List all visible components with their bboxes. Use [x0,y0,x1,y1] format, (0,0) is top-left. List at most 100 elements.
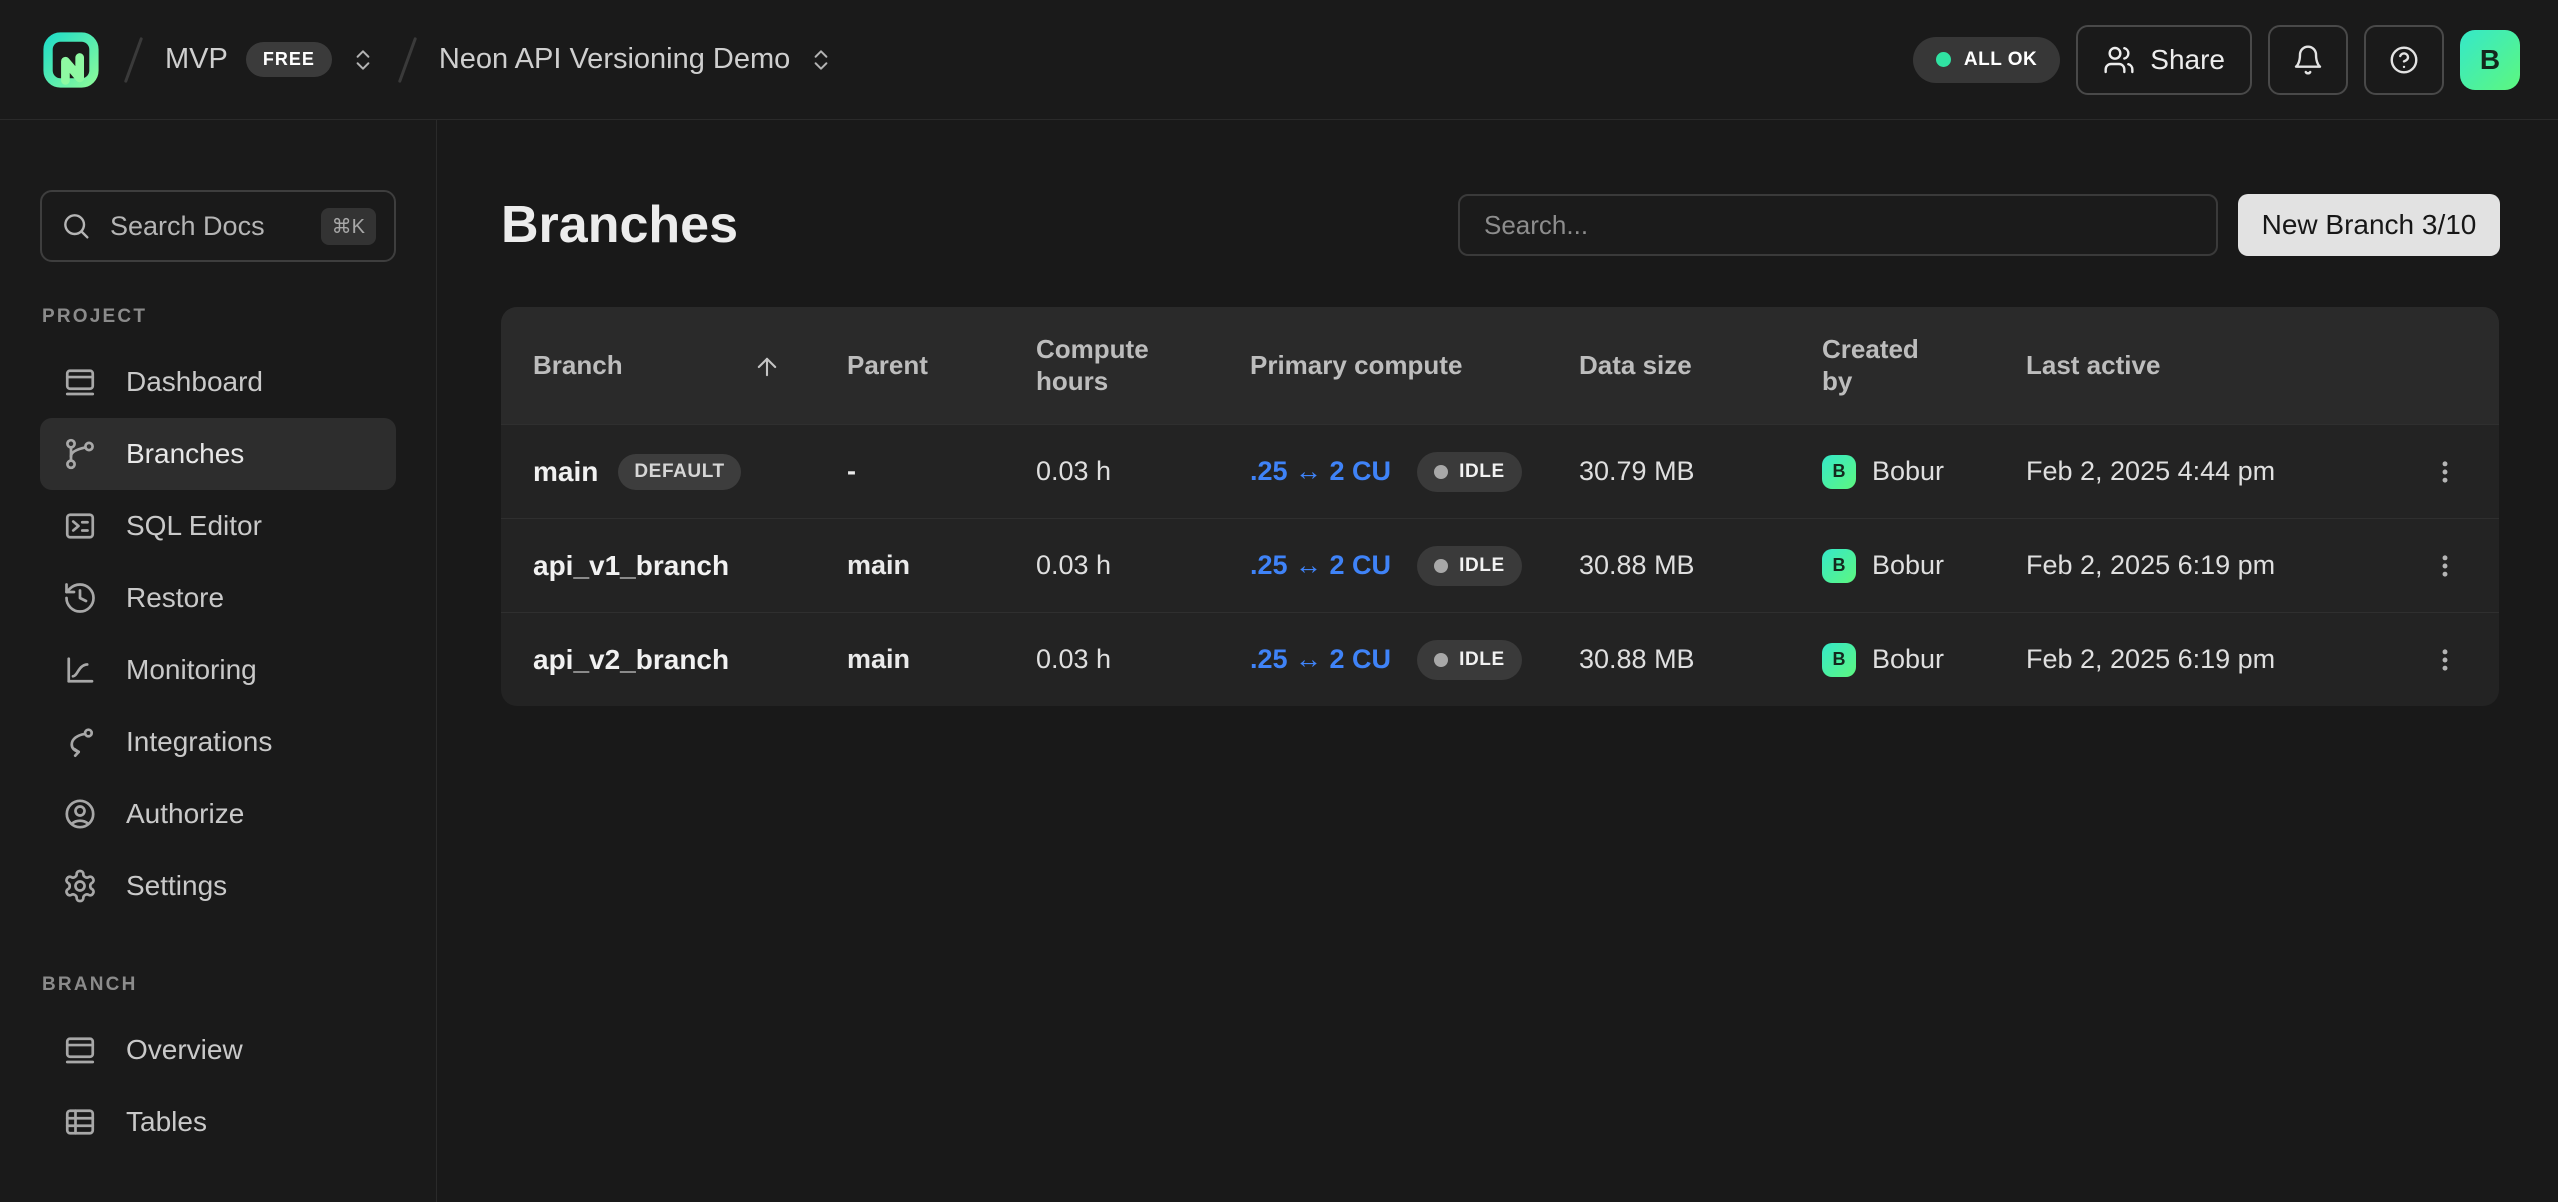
sidebar-item-settings[interactable]: Settings [40,850,396,922]
idle-dot [1434,465,1448,479]
parent-cell: main [847,644,1036,675]
data-size-cell: 30.88 MB [1579,550,1822,581]
compute-size-link[interactable]: .25 ↔ 2 CU [1250,456,1391,487]
avatar[interactable]: B [2460,30,2520,90]
column-header-data-size: Data size [1579,350,1822,381]
sidebar-item-sql-editor[interactable]: SQL Editor [40,490,396,562]
compute-state-badge: IDLE [1417,546,1522,586]
table-row[interactable]: api_v1_branch main 0.03 h .25 ↔ 2 CU IDL… [501,518,2499,612]
data-size-cell: 30.79 MB [1579,456,1822,487]
search-icon [60,210,92,242]
terminal-icon [62,508,98,544]
sidebar-item-restore[interactable]: Restore [40,562,396,634]
branch-search-input[interactable] [1458,194,2218,256]
table-row[interactable]: main DEFAULT - 0.03 h .25 ↔ 2 CU IDLE 30… [501,424,2499,518]
topbar-actions: ALL OK Share [1913,25,2520,95]
sidebar-item-dashboard[interactable]: Dashboard [40,346,396,418]
status-badge[interactable]: ALL OK [1913,37,2060,83]
status-ok-dot [1936,52,1951,67]
branch-name: api_v2_branch [533,644,729,676]
column-header-branch[interactable]: Branch [533,350,847,381]
created-by-cell: B Bobur [1822,643,2026,677]
creator-name: Bobur [1872,644,1944,675]
workflow-icon [62,724,98,760]
sidebar: Search Docs ⌘K PROJECT Dashboard Branche… [0,120,437,1202]
sidebar-item-integrations[interactable]: Integrations [40,706,396,778]
sidebar-item-label: Monitoring [126,654,257,686]
table-icon [62,1104,98,1140]
kebab-menu-icon [2431,552,2459,580]
status-label: ALL OK [1964,49,2037,71]
search-shortcut: ⌘K [321,208,376,245]
compute-state-badge: IDLE [1417,640,1522,680]
sort-arrow-up-icon[interactable] [753,353,781,381]
gear-icon [62,868,98,904]
row-menu-button[interactable] [2421,448,2469,496]
browser-icon [62,364,98,400]
branch-name: main [533,456,598,488]
creator-avatar: B [1822,643,1856,677]
share-users-icon [2103,44,2135,76]
chevrons-up-down-icon [350,45,376,75]
project-selector[interactable]: Neon API Versioning Demo [439,43,834,76]
creator-avatar: B [1822,549,1856,583]
column-header-parent[interactable]: Parent [847,350,1036,381]
sidebar-item-label: Dashboard [126,366,263,398]
breadcrumb-separator [398,36,417,82]
help-button[interactable] [2364,25,2444,95]
primary-compute-cell: .25 ↔ 2 CU IDLE [1250,452,1579,492]
column-header-compute-hours: Compute hours [1036,334,1250,396]
sidebar-item-label: Integrations [126,726,272,758]
section-label-project: PROJECT [42,306,396,328]
sidebar-item-label: Authorize [126,798,244,830]
user-circle-icon [62,796,98,832]
column-header-created-by: Created by [1822,334,2026,396]
help-icon [2388,44,2420,76]
branches-table: Branch Parent Compute hours Primary comp… [501,307,2499,706]
sidebar-item-branches[interactable]: Branches [40,418,396,490]
default-badge: DEFAULT [618,454,740,490]
sidebar-item-label: SQL Editor [126,510,262,542]
neon-logo[interactable] [40,29,102,91]
new-branch-button[interactable]: New Branch 3/10 [2238,194,2500,256]
org-selector[interactable]: MVP FREE [165,42,376,77]
sidebar-item-label: Branches [126,438,244,470]
kebab-menu-icon [2431,646,2459,674]
sidebar-item-monitoring[interactable]: Monitoring [40,634,396,706]
compute-hours-cell: 0.03 h [1036,456,1250,487]
created-by-cell: B Bobur [1822,455,2026,489]
git-branch-icon [62,436,98,472]
sidebar-item-label: Overview [126,1034,243,1066]
project-name: Neon API Versioning Demo [439,43,790,76]
last-active-cell: Feb 2, 2025 6:19 pm [2026,550,2417,581]
table-row[interactable]: api_v2_branch main 0.03 h .25 ↔ 2 CU IDL… [501,612,2499,706]
page-title: Branches [501,195,738,255]
share-button[interactable]: Share [2076,25,2252,95]
compute-size-link[interactable]: .25 ↔ 2 CU [1250,644,1391,675]
compute-size-link[interactable]: .25 ↔ 2 CU [1250,550,1391,581]
browser-icon [62,1032,98,1068]
creator-avatar: B [1822,455,1856,489]
compute-hours-cell: 0.03 h [1036,644,1250,675]
created-by-cell: B Bobur [1822,549,2026,583]
sidebar-item-overview[interactable]: Overview [40,1014,396,1086]
sidebar-item-tables[interactable]: Tables [40,1086,396,1158]
section-label-branch: BRANCH [42,974,396,996]
search-docs-label: Search Docs [110,211,265,242]
data-size-cell: 30.88 MB [1579,644,1822,675]
idle-dot [1434,559,1448,573]
topbar: MVP FREE Neon API Versioning Demo ALL OK [0,0,2558,120]
compute-hours-cell: 0.03 h [1036,550,1250,581]
row-menu-button[interactable] [2421,636,2469,684]
avatar-initial: B [2480,44,2500,76]
search-docs-trigger[interactable]: Search Docs ⌘K [40,190,396,262]
primary-compute-cell: .25 ↔ 2 CU IDLE [1250,640,1579,680]
notifications-button[interactable] [2268,25,2348,95]
column-header-last-active: Last active [2026,350,2417,381]
idle-dot [1434,653,1448,667]
sidebar-item-authorize[interactable]: Authorize [40,778,396,850]
sidebar-item-label: Tables [126,1106,207,1138]
breadcrumb: MVP FREE Neon API Versioning Demo [40,29,834,91]
table-header-row: Branch Parent Compute hours Primary comp… [501,307,2499,424]
row-menu-button[interactable] [2421,542,2469,590]
